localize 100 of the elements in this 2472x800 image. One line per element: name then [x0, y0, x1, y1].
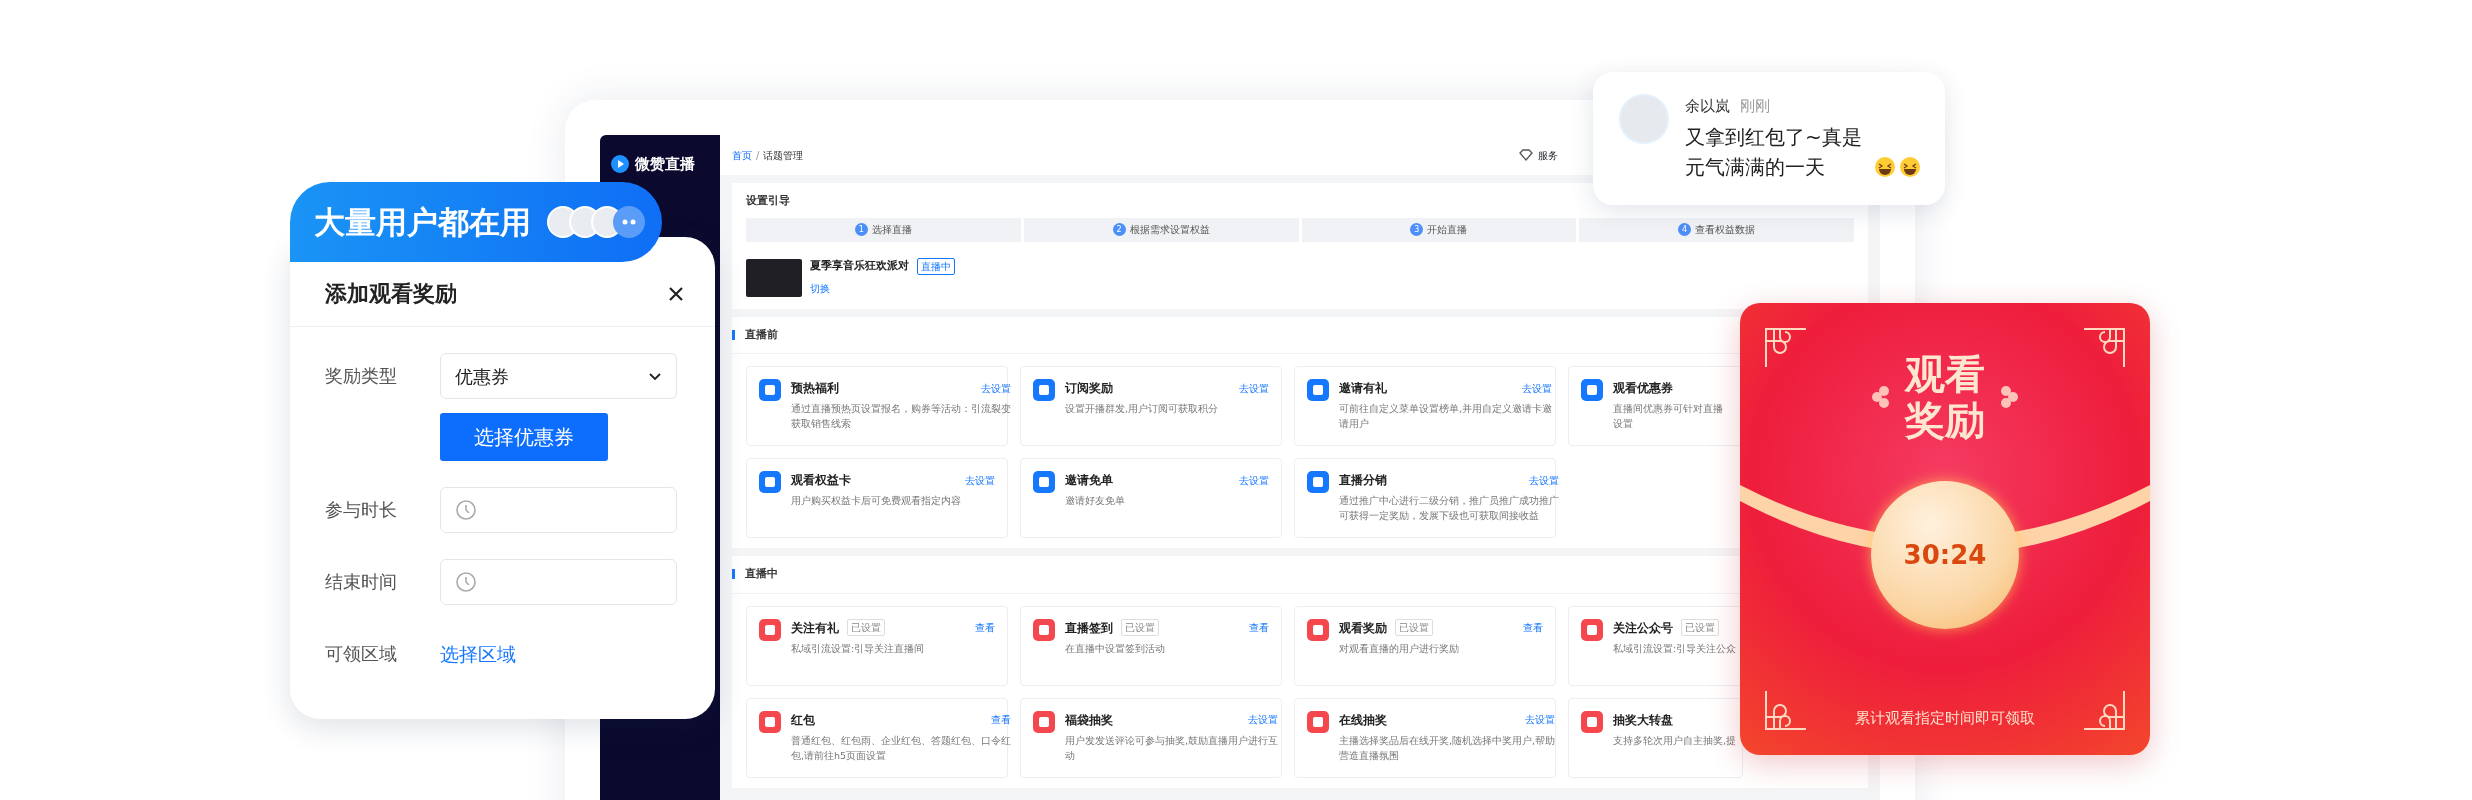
card-title: 观看奖励	[1339, 619, 1387, 637]
live-status-tag: 直播中	[917, 257, 955, 275]
card-action-link[interactable]: 去设置	[981, 380, 1011, 396]
feature-card[interactable]: 邀请有礼 去设置 可前往自定义菜单设置榜单,并用自定义邀请卡邀 请用户	[1294, 366, 1556, 446]
step-bar[interactable]: 1 选择直播	[746, 217, 1021, 242]
card-title: 在线抽奖	[1339, 711, 1387, 729]
breadcrumb-separator: /	[756, 148, 760, 163]
card-description: 设置开播群发,用户订阅可获取积分	[1065, 402, 1220, 416]
card-action-link[interactable]: 去设置	[965, 472, 995, 488]
comment-time: 刚刚	[1740, 97, 1770, 115]
feature-card[interactable]: 观看奖励 已设置 查看 对观看直播的用户进行奖励	[1294, 605, 1556, 686]
feature-card[interactable]: 订阅奖励 去设置 设置开播群发,用户订阅可获取积分	[1020, 366, 1282, 446]
field-label: 结束时间	[325, 570, 398, 594]
feature-card[interactable]: 在线抽奖 去设置 主播选择奖品后在线开奖,随机选择中奖用户,帮助 营造直播氛围	[1294, 697, 1556, 778]
section-title: 直播前	[745, 326, 778, 343]
card-description: 普通红包、红包雨、企业红包、答题红包、口令红	[791, 733, 1011, 748]
status-tag: 已设置	[1395, 619, 1433, 636]
card-action-link[interactable]: 去设置	[1248, 712, 1279, 727]
card-title: 邀请有礼	[1339, 380, 1387, 397]
switch-link[interactable]: 切换	[810, 282, 830, 294]
flower-ornament-icon	[1999, 385, 2019, 409]
status-tag: 已设置	[847, 619, 885, 636]
clock-icon	[455, 571, 477, 593]
corner-ornament-drawing	[2084, 327, 2126, 369]
card-title: 预热福利	[791, 380, 839, 397]
card-description: 获取销售线索	[791, 417, 852, 431]
card-description: 可前往自定义菜单设置榜单,并用自定义邀请卡邀	[1339, 402, 1553, 416]
card-action-link[interactable]: 去设置	[1239, 472, 1269, 488]
card-title: 关注公众号	[1613, 619, 1673, 637]
card-title: 关注有礼	[791, 619, 839, 637]
envelope-caption: 累计观看指定时间即可领取	[1855, 707, 2035, 729]
live-title: 夏季享音乐狂欢派对	[810, 257, 909, 274]
feature-card[interactable]: 邀请免单 去设置 邀请好友免单	[1020, 458, 1282, 538]
card-title: 观看优惠券	[1613, 380, 1673, 397]
card-title: 订阅奖励	[1065, 380, 1113, 397]
select-region-link[interactable]: 选择区域	[440, 631, 516, 677]
step-bar[interactable]: 2 根据需求设置权益	[1023, 217, 1299, 242]
feature-card[interactable]: 福袋抽奖 去设置 用户发发送评论可参与抽奖,鼓励直播用户进行互 动	[1020, 697, 1282, 778]
corner-ornament-drawing	[1764, 327, 1806, 369]
section-title: 直播中	[745, 566, 778, 582]
card-description: 支持多轮次用户自主抽奖,提	[1613, 733, 1737, 748]
card-description: 通过推广中心进行二级分销，推广员推广成功推广	[1339, 494, 1559, 508]
card-description: 邀请好友免单	[1065, 494, 1126, 508]
card-title: 抽奖大转盘	[1613, 711, 1673, 729]
step-label: 选择直播	[871, 223, 912, 237]
time-field[interactable]	[440, 559, 677, 605]
countdown-timer: 30:24	[1903, 538, 1987, 572]
card-action-link[interactable]: 查看	[1249, 620, 1269, 635]
card-title: 直播分销	[1339, 472, 1387, 489]
choose-coupon-button[interactable]: 选择优惠券	[440, 413, 608, 461]
card-description: 私域引流设置:引导关注直播间	[791, 641, 926, 656]
close-button[interactable]	[667, 284, 685, 303]
feature-card[interactable]: 观看权益卡 去设置 用户购买权益卡后可免费观看指定内容	[746, 458, 1008, 538]
card-action-link[interactable]: 去设置	[1525, 712, 1556, 727]
avatar	[1619, 94, 1669, 144]
card-description: 对观看直播的用户进行奖励	[1339, 641, 1460, 656]
service-link[interactable]: 服务	[1538, 147, 1558, 163]
card-action-link[interactable]: 查看	[975, 620, 995, 635]
card-description: 可获得一定奖励，发展下级也可获取间接收益	[1339, 509, 1540, 523]
photo-placeholder	[746, 259, 802, 297]
flower-ornament-icon	[1871, 385, 1891, 409]
step-bar[interactable]: 3 开始直播	[1301, 217, 1577, 242]
logo-text: 微赞直播	[635, 154, 695, 175]
breadcrumb-current[interactable]: 话题管理	[763, 147, 804, 163]
envelope-title: 观看奖励	[1905, 351, 1985, 443]
step-label: 查看权益数据	[1695, 223, 1756, 237]
card-description: 动	[1065, 748, 1076, 763]
breadcrumb-link[interactable]: 首页	[732, 147, 752, 163]
card-description: 请用户	[1339, 417, 1370, 431]
card-action-link[interactable]: 查看	[1523, 620, 1543, 635]
card-action-link[interactable]: 查看	[991, 712, 1011, 727]
card-action-link[interactable]: 去设置	[1522, 380, 1553, 396]
feature-card[interactable]: 直播签到 已设置 查看 在直播中设置签到活动	[1020, 605, 1282, 686]
card-action-link[interactable]: 去设置	[1529, 472, 1559, 488]
clock-icon	[455, 499, 477, 521]
card-description: 包,请前往h5页面设置	[791, 748, 888, 763]
card-description: 营造直播氛围	[1339, 748, 1400, 763]
status-tag: 已设置	[1681, 619, 1719, 636]
field-label: 参与时长	[325, 498, 398, 522]
card-action-link[interactable]: 去设置	[1239, 380, 1269, 396]
card-title: 红包	[791, 711, 815, 729]
select-field[interactable]: 优惠券	[440, 353, 677, 399]
feature-card[interactable]: 关注有礼 已设置 查看 私域引流设置:引导关注直播间	[746, 605, 1008, 686]
step-number: 3	[1410, 223, 1424, 236]
card-description: 主播选择奖品后在线开奖,随机选择中奖用户,帮助	[1339, 733, 1556, 748]
play-logo-icon	[610, 154, 630, 175]
card-title: 观看权益卡	[791, 472, 851, 489]
time-field[interactable]	[440, 487, 677, 533]
card-title: 直播签到	[1065, 619, 1113, 637]
commenter-name: 余以岚	[1685, 97, 1730, 115]
card-title: 福袋抽奖	[1065, 711, 1113, 729]
corner-ornament-drawing	[1764, 689, 1806, 731]
chevron-down-icon	[648, 370, 662, 382]
banner-title: 大量用户都在用	[314, 202, 531, 242]
step-label: 根据需求设置权益	[1129, 223, 1210, 237]
step-bar[interactable]: 4 查看权益数据	[1579, 217, 1854, 242]
card-description: 用户发发送评论可参与抽奖,鼓励直播用户进行互	[1065, 733, 1279, 748]
step-label: 开始直播	[1427, 223, 1468, 237]
field-label: 奖励类型	[325, 364, 398, 388]
section-marker	[732, 329, 735, 340]
